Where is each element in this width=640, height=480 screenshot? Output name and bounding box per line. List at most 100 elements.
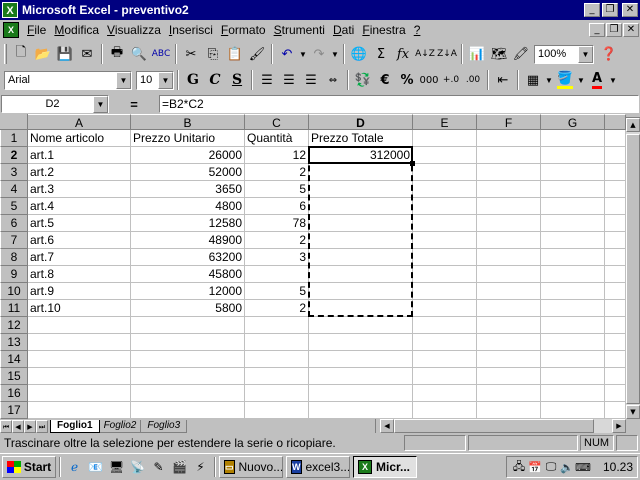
task-button-2[interactable]: X Micr... (353, 456, 417, 478)
task-button-1[interactable]: Wexcel3... (286, 456, 350, 478)
cell-e11[interactable] (413, 300, 477, 317)
menu-item-6[interactable]: Dati (329, 23, 358, 37)
cell-c8[interactable]: 3 (245, 249, 309, 266)
save-button[interactable]: 💾 (54, 43, 76, 65)
cell-f8[interactable] (477, 249, 541, 266)
sheet-tab-3[interactable]: Foglio3 (140, 420, 188, 433)
chevron-down-icon[interactable]: ▼ (116, 71, 131, 89)
cell-f7[interactable] (477, 232, 541, 249)
cell-f9[interactable] (477, 266, 541, 283)
underline-button[interactable]: S (226, 69, 248, 91)
cell-d2[interactable]: 312000 (309, 147, 413, 164)
cell-c7[interactable]: 2 (245, 232, 309, 249)
title-bar[interactable]: X Microsoft Excel - preventivo2 _ ❐ ✕ (0, 0, 640, 20)
restore-button[interactable]: ❐ (602, 3, 618, 17)
row-header-12[interactable]: 12 (0, 317, 28, 334)
cell-a1[interactable]: Nome articolo (28, 130, 131, 147)
cell-a3[interactable]: art.2 (28, 164, 131, 181)
cell-b3[interactable]: 52000 (131, 164, 245, 181)
cell-g13[interactable] (541, 334, 605, 351)
cell-e8[interactable] (413, 249, 477, 266)
row-header-7[interactable]: 7 (0, 232, 28, 249)
row-header-15[interactable]: 15 (0, 368, 28, 385)
cell-c6[interactable]: 78 (245, 215, 309, 232)
cell-e16[interactable] (413, 385, 477, 402)
horizontal-scrollbar[interactable]: ◀ ▶ (380, 419, 626, 433)
quicklaunch-media[interactable]: 🎬 (169, 457, 190, 477)
format-painter-button[interactable]: 🖌 (246, 43, 268, 65)
fill-color-button[interactable]: 🪣 (554, 69, 576, 91)
copy-button[interactable]: ⎘ (202, 43, 224, 65)
vertical-scrollbar[interactable]: ▲ ▼ (626, 114, 640, 419)
cell-b10[interactable]: 12000 (131, 283, 245, 300)
cell-b5[interactable]: 4800 (131, 198, 245, 215)
scroll-down-button[interactable]: ▼ (626, 405, 640, 419)
row-header-4[interactable]: 4 (0, 181, 28, 198)
cell-b7[interactable]: 48900 (131, 232, 245, 249)
menu-item-2[interactable]: Visualizza (103, 23, 165, 37)
cell-e6[interactable] (413, 215, 477, 232)
quicklaunch-editor[interactable]: ✎ (148, 457, 169, 477)
cell-f4[interactable] (477, 181, 541, 198)
sort-descending-button[interactable]: Z↓A (436, 43, 458, 65)
cell-d12[interactable] (309, 317, 413, 334)
merge-center-button[interactable]: ⇔ (322, 69, 344, 91)
doc-close-button[interactable]: ✕ (623, 23, 639, 37)
cell-b17[interactable] (131, 402, 245, 419)
column-header-b[interactable]: B (131, 114, 245, 130)
cell-d15[interactable] (309, 368, 413, 385)
cell-c5[interactable]: 6 (245, 198, 309, 215)
row-header-9[interactable]: 9 (0, 266, 28, 283)
cell-e1[interactable] (413, 130, 477, 147)
cut-button[interactable]: ✂ (180, 43, 202, 65)
vertical-scroll-thumb[interactable] (626, 134, 640, 404)
quicklaunch-tool[interactable]: ⚡ (190, 457, 211, 477)
cell-d13[interactable] (309, 334, 413, 351)
cell-f2[interactable] (477, 147, 541, 164)
new-button[interactable]: 🗋 (10, 43, 32, 65)
cell-c9[interactable] (245, 266, 309, 283)
chevron-down-icon[interactable]: ▼ (93, 95, 108, 113)
cell-f1[interactable] (477, 130, 541, 147)
hyperlink-button[interactable]: 🌐 (348, 43, 370, 65)
row-header-8[interactable]: 8 (0, 249, 28, 266)
toolbar-grip[interactable] (4, 44, 7, 64)
cell-e4[interactable] (413, 181, 477, 198)
undo-dropdown[interactable]: ▼ (298, 50, 308, 59)
cell-g2[interactable] (541, 147, 605, 164)
print-button[interactable]: 🖶 (106, 43, 128, 65)
cell-f17[interactable] (477, 402, 541, 419)
decrease-decimal-button[interactable]: .00 (462, 69, 484, 91)
zoom-select[interactable]: 100% ▼ (534, 44, 594, 64)
column-header-c[interactable]: C (245, 114, 309, 130)
cell-d3[interactable] (309, 164, 413, 181)
cell-e15[interactable] (413, 368, 477, 385)
row-header-5[interactable]: 5 (0, 198, 28, 215)
cell-g14[interactable] (541, 351, 605, 368)
cell-e2[interactable] (413, 147, 477, 164)
open-button[interactable]: 📂 (32, 43, 54, 65)
cell-d10[interactable] (309, 283, 413, 300)
cell-g12[interactable] (541, 317, 605, 334)
cell-g10[interactable] (541, 283, 605, 300)
row-header-17[interactable]: 17 (0, 402, 28, 419)
equals-sign[interactable]: = (109, 97, 159, 112)
cell-f10[interactable] (477, 283, 541, 300)
cell-a17[interactable] (28, 402, 131, 419)
fill-color-dropdown[interactable]: ▼ (576, 76, 586, 85)
redo-dropdown[interactable]: ▼ (330, 50, 340, 59)
cell-b9[interactable]: 45800 (131, 266, 245, 283)
chevron-down-icon[interactable]: ▼ (158, 71, 173, 89)
cell-c2[interactable]: 12 (245, 147, 309, 164)
menu-item-5[interactable]: Strumenti (270, 23, 329, 37)
cell-b15[interactable] (131, 368, 245, 385)
fill-handle[interactable] (410, 161, 415, 166)
cell-e14[interactable] (413, 351, 477, 368)
font-color-button[interactable]: A (586, 69, 608, 91)
menu-item-0[interactable]: File (23, 23, 50, 37)
row-header-6[interactable]: 6 (0, 215, 28, 232)
cell-f16[interactable] (477, 385, 541, 402)
column-header-f[interactable]: F (477, 114, 541, 130)
print-preview-button[interactable]: 🔍 (128, 43, 150, 65)
help-button[interactable]: ❓ (598, 43, 620, 65)
